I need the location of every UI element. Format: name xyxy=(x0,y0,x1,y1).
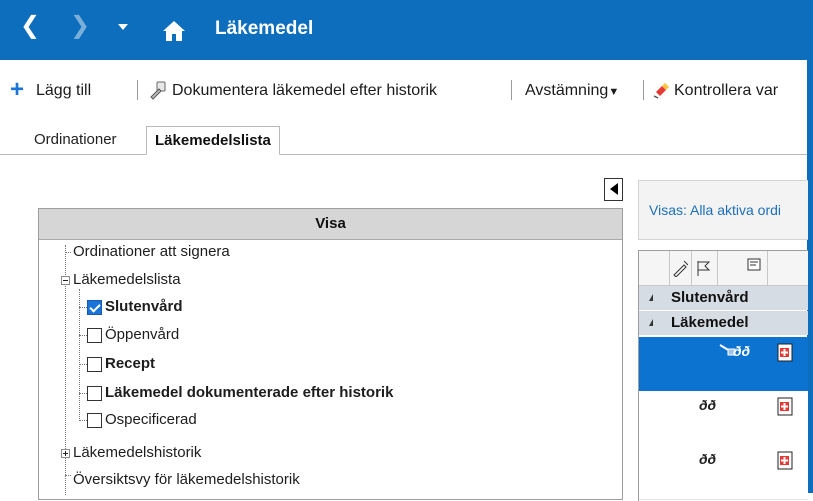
title-bar: ❮ ❯ Läkemedel xyxy=(0,0,813,60)
collapse-left-icon xyxy=(610,183,618,195)
tree-line xyxy=(79,307,87,308)
grid-header xyxy=(639,251,808,286)
visa-panel: Visa Ordinationer att signera Läkemedels… xyxy=(38,208,623,500)
tree-item-oversiktsvy[interactable]: Översiktsvy för läkemedelshistorik xyxy=(73,471,300,488)
grid-header-cell[interactable] xyxy=(691,251,718,285)
tab-lakemedelslista[interactable]: Läkemedelslista xyxy=(146,126,280,155)
collapse-triangle-icon[interactable] xyxy=(649,294,653,301)
checkbox-ospecificerad[interactable] xyxy=(87,413,102,428)
filter-info-bar: Visas: Alla aktiva ordi xyxy=(638,180,808,240)
tree-line xyxy=(79,335,87,336)
grid-header-cell[interactable] xyxy=(669,251,692,285)
checkbox-oppenvard[interactable] xyxy=(87,328,102,343)
tree-line xyxy=(79,420,87,421)
table-row[interactable]: ðð xyxy=(639,445,808,500)
collapse-triangle-icon[interactable] xyxy=(649,319,653,326)
table-row-selected[interactable]: ðð xyxy=(639,337,808,391)
syringe-icon xyxy=(673,260,688,277)
collapse-icon[interactable] xyxy=(61,276,70,285)
tab-ordinationer[interactable]: Ordinationer xyxy=(28,126,123,153)
tree-item-ospecificerad[interactable]: Ospecificerad xyxy=(105,411,197,428)
visa-header: Visa xyxy=(39,209,622,240)
note-icon xyxy=(747,258,761,271)
page-title: Läkemedel xyxy=(215,18,314,39)
document-history-button[interactable]: Dokumentera läkemedel efter historik xyxy=(172,82,437,100)
collapse-panel-button[interactable] xyxy=(604,178,623,201)
checkbox-lakemedel-dokumenterade[interactable] xyxy=(87,386,102,401)
glasses-icon: ðð xyxy=(699,451,717,467)
group-row-slutenvard[interactable]: Slutenvård xyxy=(639,286,808,310)
group-row-lakemedel[interactable]: Läkemedel xyxy=(639,311,808,335)
back-chevron-icon[interactable]: ❮ xyxy=(20,14,40,38)
forward-chevron-icon[interactable]: ❯ xyxy=(70,14,90,38)
flag-icon xyxy=(697,261,711,276)
toolbar-separator xyxy=(643,80,644,100)
tree-item-slutenvard[interactable]: Slutenvård xyxy=(105,298,183,315)
add-button[interactable]: Lägg till xyxy=(36,82,91,100)
tree-item-lakemedelslista[interactable]: Läkemedelslista xyxy=(73,271,181,288)
toolbar-separator xyxy=(137,80,138,100)
check-interactions-button[interactable]: Kontrollera var xyxy=(674,82,778,100)
medication-grid: Slutenvård Läkemedel ðð ðð ðð xyxy=(638,250,808,501)
group-label: Läkemedel xyxy=(671,314,749,331)
pill-check-icon xyxy=(653,83,669,99)
medication-record-icon xyxy=(777,397,793,416)
medication-record-icon xyxy=(777,343,793,362)
grid-header-cell xyxy=(639,251,670,285)
tree-item-lakemedelshistorik[interactable]: Läkemedelshistorik xyxy=(73,444,201,461)
nav-dropdown-icon[interactable] xyxy=(118,24,128,30)
document-medication-icon xyxy=(150,81,166,100)
checkbox-recept[interactable] xyxy=(87,357,102,372)
toolbar-separator xyxy=(511,80,512,100)
tree-item-lakemedel-dokumenterade[interactable]: Läkemedel dokumenterade efter historik xyxy=(105,384,393,401)
medication-record-icon xyxy=(777,451,793,470)
tree-item-ordinationer-att-signera[interactable]: Ordinationer att signera xyxy=(73,243,230,260)
tree-line xyxy=(65,475,71,476)
glasses-icon: ðð xyxy=(699,397,717,413)
glasses-icon: ðð xyxy=(733,343,751,359)
tree-line xyxy=(79,364,87,365)
tab-bar: Ordinationer Läkemedelslista xyxy=(0,120,807,155)
dropdown-caret-icon: ▼ xyxy=(608,86,620,98)
plus-icon: + xyxy=(10,76,25,103)
tree-line xyxy=(65,252,71,253)
reconcile-label: Avstämning xyxy=(525,82,609,99)
checkbox-slutenvard[interactable] xyxy=(87,300,102,315)
group-label: Slutenvård xyxy=(671,289,749,306)
expand-icon[interactable] xyxy=(61,449,70,458)
table-row[interactable]: ðð xyxy=(639,391,808,446)
toolbar: + Lägg till Dokumentera läkemedel efter … xyxy=(0,60,807,118)
tree-item-recept[interactable]: Recept xyxy=(105,355,155,372)
tree-line xyxy=(79,393,87,394)
tree-line xyxy=(79,289,80,419)
reconcile-dropdown[interactable]: Avstämning▼ xyxy=(525,82,619,100)
tree-item-oppenvard[interactable]: Öppenvård xyxy=(105,326,179,343)
filter-info-text: Visas: Alla aktiva ordi xyxy=(649,202,782,218)
home-icon[interactable] xyxy=(162,20,186,42)
grid-header-cell[interactable] xyxy=(717,251,768,285)
